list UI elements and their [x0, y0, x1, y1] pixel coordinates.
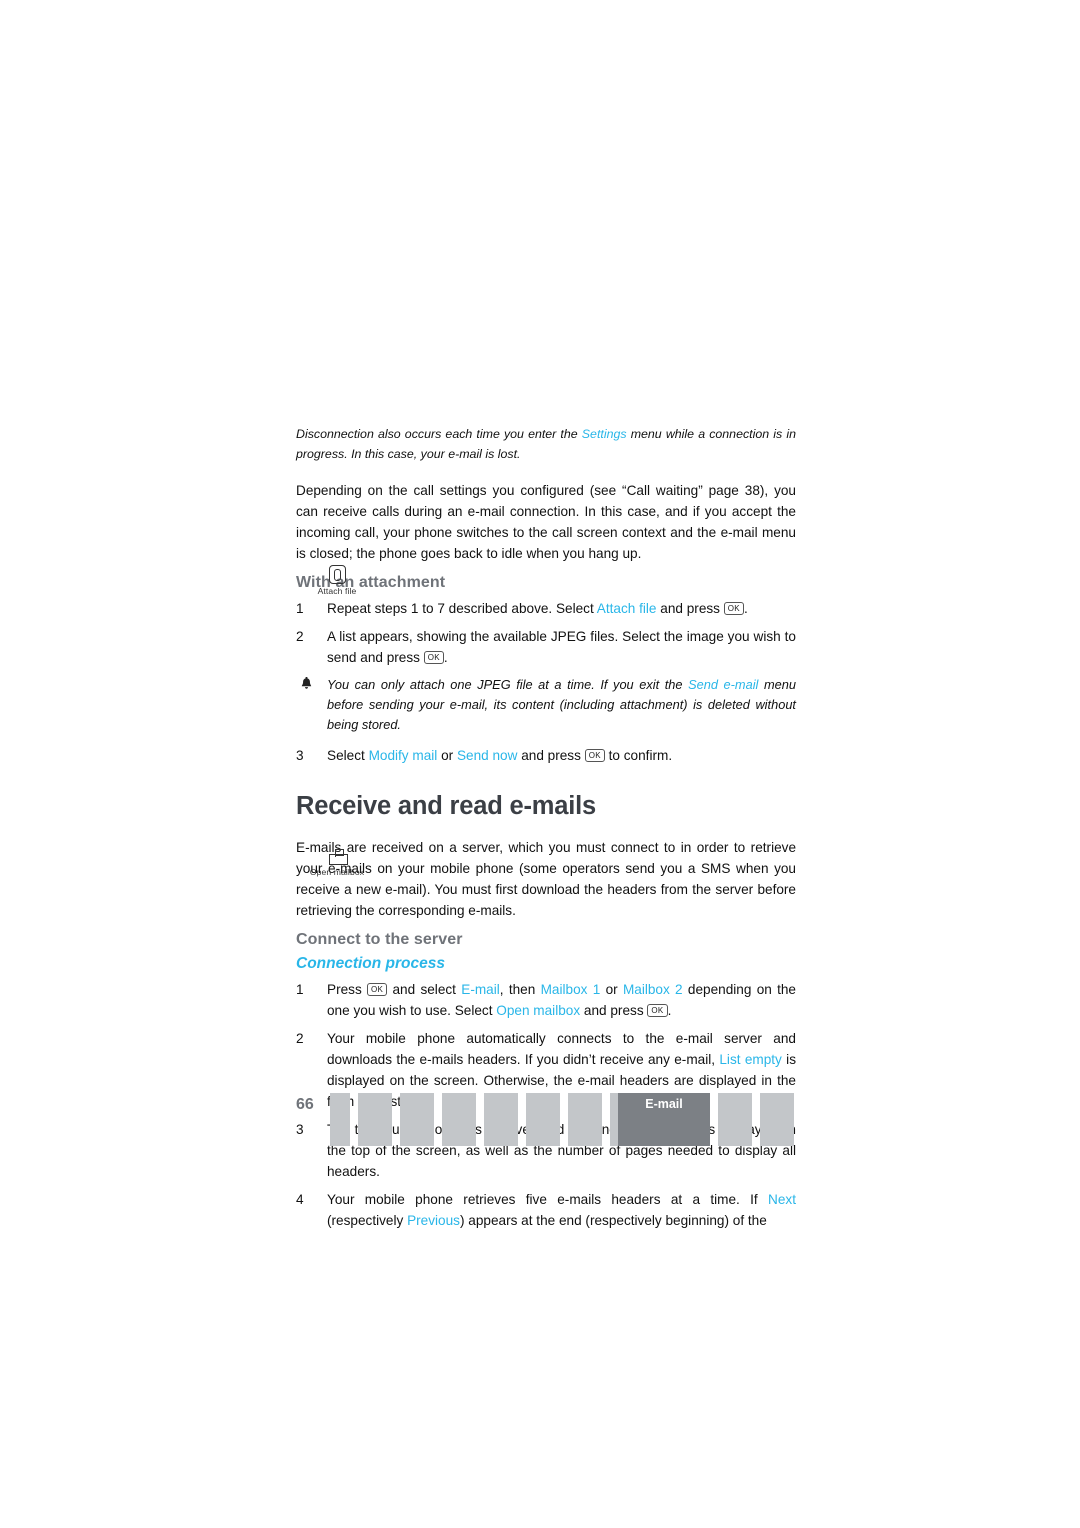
- footer-tab-5[interactable]: [484, 1093, 518, 1146]
- footer-tab-6[interactable]: [526, 1093, 560, 1146]
- email-link: E-mail: [461, 982, 500, 997]
- tip-text-part: You can only attach one JPEG file at a t…: [327, 677, 689, 692]
- step-text: Select Modify mail or Send now and press…: [327, 745, 796, 766]
- step-text-part: and press: [517, 748, 585, 763]
- open-mailbox-link: Open mailbox: [496, 1003, 581, 1018]
- next-link: Next: [768, 1192, 796, 1207]
- heading-connection-process: Connection process: [296, 955, 445, 972]
- step-text-part: .: [743, 601, 748, 616]
- footer-tab-10[interactable]: [760, 1093, 794, 1146]
- ok-key-glyph: OK: [647, 1004, 668, 1017]
- step-text-part: Repeat steps 1 to 7 described above. Sel…: [327, 601, 597, 616]
- step-text-part: .: [443, 650, 448, 665]
- page-number: 66: [296, 1096, 314, 1113]
- send-email-link: Send e-mail: [688, 677, 759, 692]
- settings-link: Settings: [581, 427, 627, 441]
- step-text-part: A list appears, showing the available JP…: [327, 629, 796, 665]
- send-now-link: Send now: [456, 748, 518, 763]
- step-text-part: and select: [387, 982, 462, 997]
- footer-tab-1[interactable]: [330, 1093, 350, 1146]
- mailbox-1-link: Mailbox 1: [540, 982, 601, 997]
- ok-key-glyph: OK: [584, 749, 605, 762]
- step-text: Press OK and select E-mail, then Mailbox…: [327, 979, 796, 1021]
- bell-icon-svg: [301, 677, 312, 689]
- footer-tab-7[interactable]: [568, 1093, 602, 1146]
- disconnection-note: Disconnection also occurs each time you …: [296, 425, 796, 464]
- note-text-1: Disconnection also occurs each time you …: [296, 427, 582, 441]
- attach-file-link: Attach file: [596, 601, 657, 616]
- heading-connect-to-server: Connect to the server: [296, 931, 463, 948]
- attach-file-icon: [328, 565, 346, 584]
- footer-tab-4[interactable]: [442, 1093, 476, 1146]
- step-text: Repeat steps 1 to 7 described above. Sel…: [327, 598, 796, 619]
- step-number: 1: [296, 601, 304, 616]
- step-text: Your mobile phone retrieves five e-mails…: [327, 1189, 796, 1231]
- step-text-part: .: [667, 1003, 672, 1018]
- footer-tab-9[interactable]: [718, 1093, 752, 1146]
- footer-tab-2[interactable]: [358, 1093, 392, 1146]
- previous-link: Previous: [407, 1213, 460, 1228]
- attachment-step-2: 2 A list appears, showing the available …: [296, 626, 796, 668]
- page-title: Receive and read e-mails: [296, 792, 596, 820]
- connection-step-4: 4 Your mobile phone retrieves five e-mai…: [296, 1189, 796, 1231]
- step-text-part: Press: [327, 982, 368, 997]
- footer-tab-3[interactable]: [400, 1093, 434, 1146]
- mailbox-2-link: Mailbox 2: [622, 982, 683, 997]
- step-text-part: Select: [327, 748, 369, 763]
- mailbox-flag: [335, 849, 344, 856]
- manual-page: Disconnection also occurs each time you …: [0, 0, 1080, 1528]
- ok-key-glyph: OK: [723, 602, 744, 615]
- ok-key-glyph: OK: [423, 651, 444, 664]
- attach-file-icon-caption: Attach file: [317, 586, 357, 596]
- step-number: 3: [296, 1122, 304, 1137]
- step-text-part: (respectively: [327, 1213, 408, 1228]
- step-number: 2: [296, 629, 304, 644]
- attachment-step-1: 1 Repeat steps 1 to 7 described above. S…: [296, 598, 796, 619]
- step-text-part: to confirm.: [604, 748, 673, 763]
- step-text-part: and press: [580, 1003, 648, 1018]
- step-number: 1: [296, 982, 304, 997]
- open-mailbox-icon: [328, 849, 348, 865]
- step-text-part: or: [437, 748, 457, 763]
- call-settings-paragraph: Depending on the call settings you confi…: [296, 483, 796, 561]
- attachment-step-3: 3 Select Modify mail or Send now and pre…: [296, 745, 796, 766]
- attachment-tip: You can only attach one JPEG file at a t…: [296, 675, 796, 735]
- step-text-part: or: [600, 982, 623, 997]
- step-text-part: and press: [656, 601, 724, 616]
- step-text-part: , then: [499, 982, 541, 997]
- connection-step-1: 1 Press OK and select E-mail, then Mailb…: [296, 979, 796, 1021]
- open-mailbox-icon-caption: Open mailbox: [309, 867, 365, 877]
- ok-key-glyph: OK: [367, 983, 388, 996]
- modify-mail-link: Modify mail: [368, 748, 438, 763]
- step-text: A list appears, showing the available JP…: [327, 626, 796, 668]
- bell-icon: [300, 677, 313, 692]
- step-text-part: ) appears at the end (respectively begin…: [459, 1213, 767, 1228]
- step-number: 3: [296, 748, 304, 763]
- step-number: 4: [296, 1192, 304, 1207]
- step-text-part: Your mobile phone retrieves five e-mails…: [327, 1192, 769, 1207]
- margin-icon-attach-file: Attach file: [294, 565, 380, 596]
- footer-tab-active-label: E-mail: [645, 1097, 683, 1111]
- list-empty-link: List empty: [719, 1052, 782, 1067]
- margin-icon-open-mailbox: Open mailbox: [294, 849, 380, 877]
